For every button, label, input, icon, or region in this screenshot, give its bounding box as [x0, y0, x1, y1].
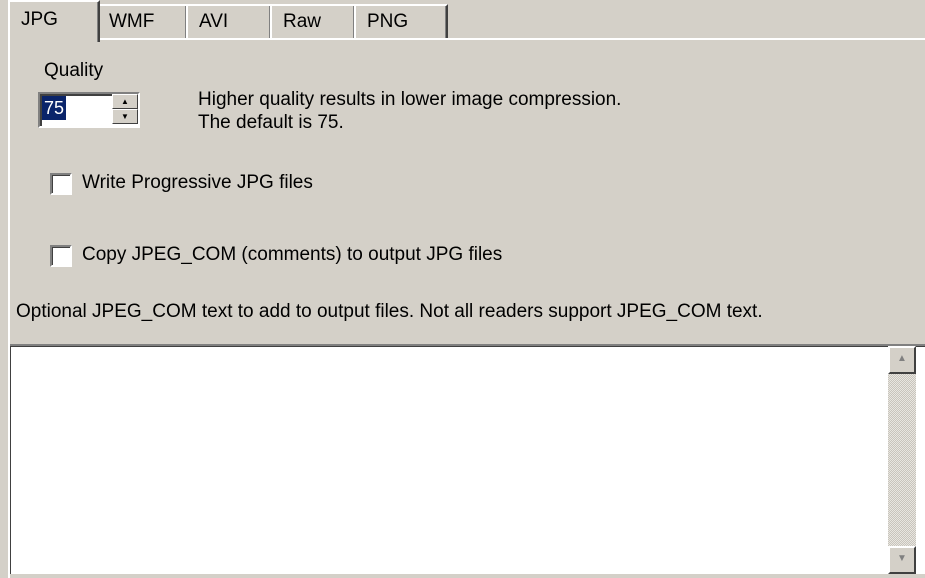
- tab-png[interactable]: PNG: [354, 4, 448, 38]
- tab-raw[interactable]: Raw: [270, 4, 356, 38]
- tab-wmf[interactable]: WMF: [96, 4, 188, 38]
- tab-strip: WMF AVI Raw PNG JPG: [0, 0, 925, 42]
- tab-avi[interactable]: AVI: [186, 4, 272, 38]
- tab-jpg[interactable]: JPG: [8, 0, 100, 42]
- jpg-settings-panel: [8, 38, 925, 578]
